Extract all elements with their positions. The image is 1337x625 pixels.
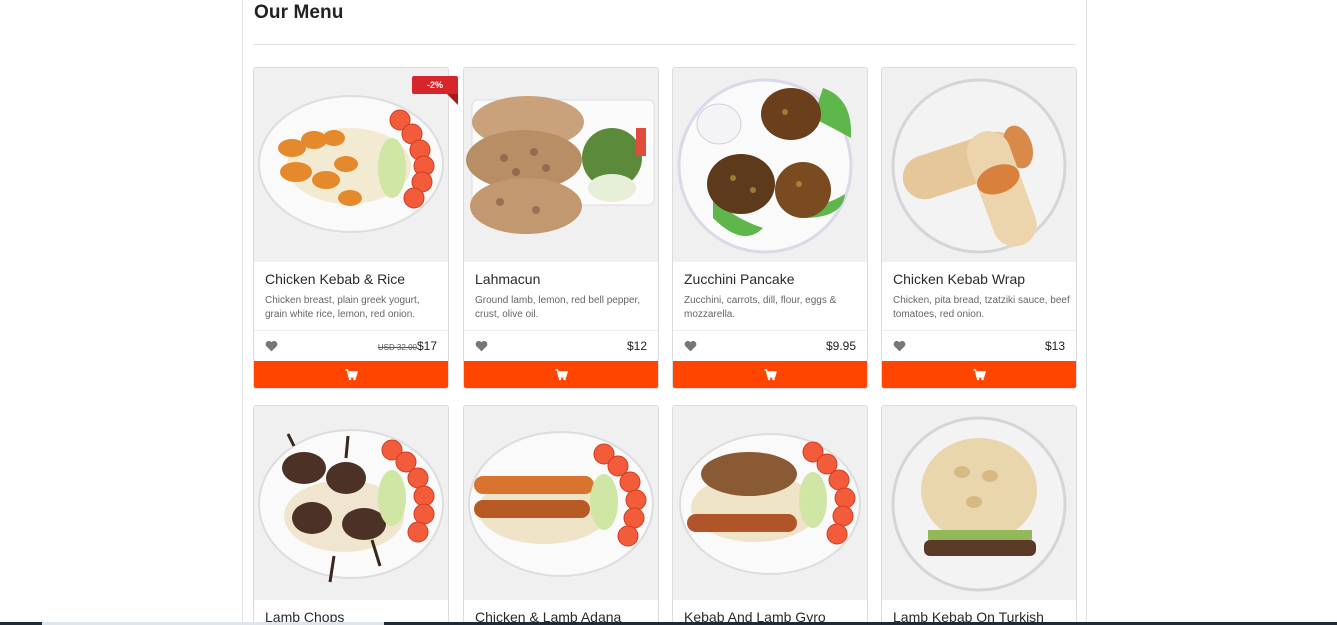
dish-description: Chicken breast, plain greek yogurt, grai…	[265, 295, 420, 320]
dish-image[interactable]	[882, 406, 1076, 600]
dish-name[interactable]: Chicken Kebab Wrap	[893, 271, 1025, 287]
dish-description: Chicken, pita bread, tzatziki sauce, bee…	[893, 295, 1070, 320]
shopping-cart-icon	[345, 369, 358, 381]
heart-icon[interactable]	[265, 340, 278, 352]
menu-card[interactable]: Chicken Kebab & Rice Chicken breast, pla…	[253, 67, 449, 389]
heart-icon[interactable]	[893, 340, 906, 352]
menu-card[interactable]: Chicken & Lamb Adana	[463, 405, 659, 625]
menu-card[interactable]: Lamb Kebab On Turkish	[881, 405, 1077, 625]
dish-name[interactable]: Zucchini Pancake	[684, 271, 795, 287]
shopping-cart-icon	[764, 369, 777, 381]
dish-price: USD 32.00$17	[378, 339, 437, 353]
add-to-cart-button[interactable]	[673, 361, 867, 388]
menu-card[interactable]: Kebab And Lamb Gyro	[672, 405, 868, 625]
menu-card[interactable]: Lamb Chops	[253, 405, 449, 625]
add-to-cart-button[interactable]	[464, 361, 658, 388]
shopping-cart-icon	[973, 369, 986, 381]
dish-name[interactable]: Chicken Kebab & Rice	[265, 271, 405, 287]
card-divider	[673, 330, 867, 331]
menu-card[interactable]: Chicken Kebab Wrap Chicken, pita bread, …	[881, 67, 1077, 389]
dish-price: $9.95	[825, 339, 856, 353]
card-divider	[882, 330, 1076, 331]
heart-icon[interactable]	[684, 340, 697, 352]
current-price: $17	[416, 339, 437, 353]
shopping-cart-icon	[555, 369, 568, 381]
title-divider	[253, 44, 1076, 45]
dish-price: $12	[626, 339, 647, 353]
discount-badge: -2%	[412, 76, 458, 105]
dish-name[interactable]: Lahmacun	[475, 271, 540, 287]
dish-image[interactable]	[464, 68, 658, 262]
dish-image[interactable]	[464, 406, 658, 600]
dish-image[interactable]	[254, 406, 448, 600]
dish-image[interactable]	[673, 68, 867, 262]
page-title: Our Menu	[254, 2, 344, 23]
menu-card[interactable]: Zucchini Pancake Zucchini, carrots, dill…	[672, 67, 868, 389]
dish-image[interactable]	[673, 406, 867, 600]
dish-image[interactable]	[254, 68, 448, 262]
card-divider	[254, 330, 448, 331]
menu-card[interactable]: Lahmacun Ground lamb, lemon, red bell pe…	[463, 67, 659, 389]
add-to-cart-button[interactable]	[882, 361, 1076, 388]
dish-description: Ground lamb, lemon, red bell pepper, cru…	[475, 295, 641, 320]
old-price: USD 32.00	[377, 343, 417, 352]
add-to-cart-button[interactable]	[254, 361, 448, 388]
dish-price: $13	[1044, 339, 1065, 353]
card-divider	[464, 330, 658, 331]
dish-image[interactable]	[882, 68, 1076, 262]
dish-description: Zucchini, carrots, dill, flour, eggs & m…	[684, 295, 837, 320]
menu-panel: Our Menu Chicken Kebab & Rice Chicken br…	[242, 0, 1087, 625]
heart-icon[interactable]	[475, 340, 488, 352]
